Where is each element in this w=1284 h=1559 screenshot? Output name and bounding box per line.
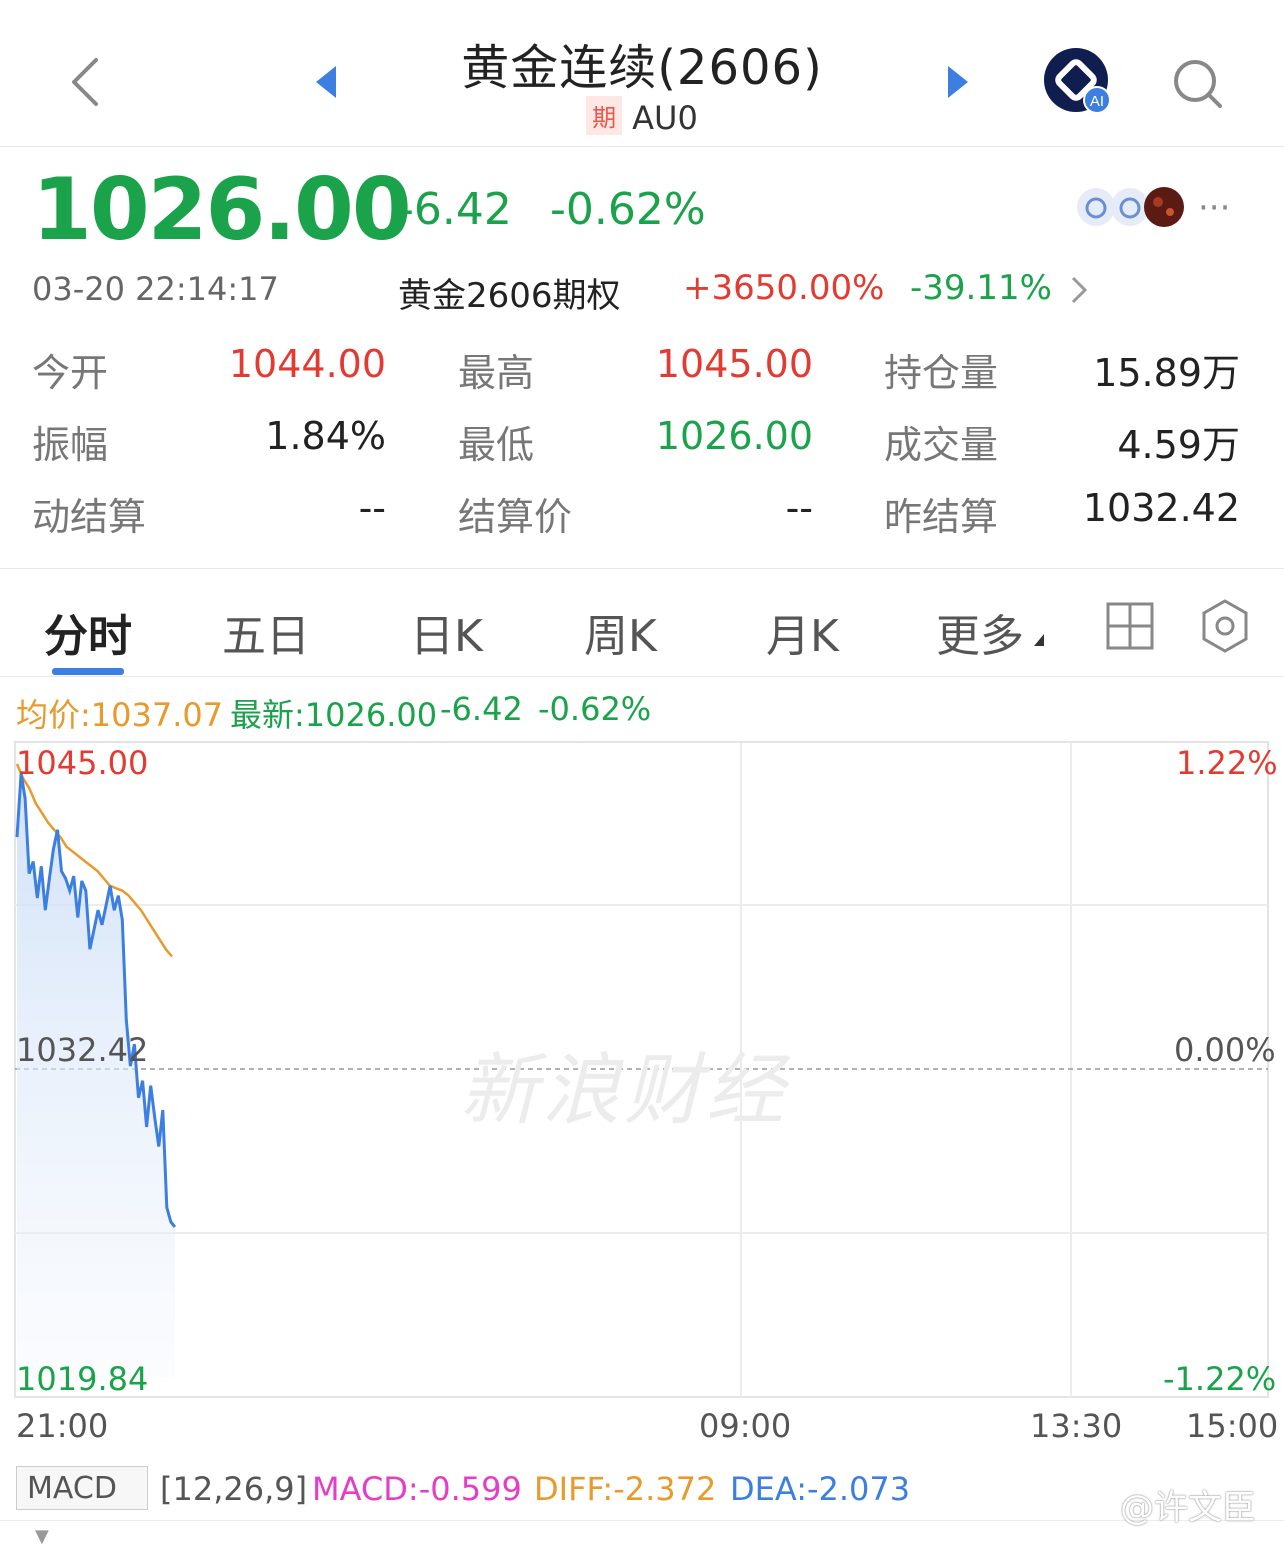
x-axis-label: 13:30 (1030, 1407, 1123, 1445)
grid-layout-icon[interactable] (1104, 600, 1156, 652)
next-contract-icon[interactable] (944, 64, 972, 100)
macd-params: [12,26,9] (160, 1470, 308, 1508)
stat-value: 1032.42 (1082, 486, 1240, 530)
option-up-pct: +3650.00% (683, 268, 885, 308)
latest-price-legend: 最新:1026.00 (230, 696, 438, 734)
tab-five-day[interactable]: 五日 (222, 600, 310, 664)
x-axis-label: 15:00 (1186, 1407, 1279, 1445)
latest-change-legend: -6.42 (440, 690, 523, 728)
diff-value: DIFF:-2.372 (534, 1470, 717, 1508)
stat-value: -- (358, 486, 386, 530)
x-axis-label: 09:00 (699, 1407, 792, 1445)
ai-assistant-icon[interactable]: AI (1042, 46, 1116, 118)
x-axis-label: 21:00 (16, 1407, 109, 1445)
search-icon[interactable] (1170, 56, 1226, 112)
stat-value: 15.89万 (1093, 351, 1240, 395)
divider (0, 676, 1284, 677)
y-axis-bottom-price: 1019.84 (16, 1360, 149, 1398)
latest-change-pct-legend: -0.62% (538, 690, 652, 728)
stat-label: 今开 (32, 351, 109, 395)
indicator-selector[interactable]: MACD ▼ (16, 1466, 148, 1547)
stat-label: 最低 (458, 423, 535, 467)
stat-value: 1044.00 (228, 342, 386, 386)
y-axis-mid-pct: 0.00% (1174, 1031, 1276, 1069)
weibo-watermark: @许文臣 (1120, 1488, 1256, 1528)
tab-monthly-k[interactable]: 月K (766, 600, 839, 664)
macd-value: MACD:-0.599 (312, 1470, 522, 1508)
top-bar: 黄金连续(2606) 期 AU0 AI (0, 0, 1284, 147)
last-price: 1026.00 (32, 160, 412, 260)
stat-value: -- (785, 486, 813, 530)
option-name[interactable]: 黄金2606期权 (398, 268, 621, 317)
stat-value: 1026.00 (655, 414, 813, 458)
tab-intraday[interactable]: 分时 (44, 600, 132, 664)
y-axis-bottom-pct: -1.22% (1163, 1360, 1277, 1398)
stat-value: 1045.00 (655, 342, 813, 386)
stat-value: 1.84% (265, 414, 386, 458)
price-change-pct: -0.62% (550, 184, 706, 235)
contract-code: AU0 (632, 99, 698, 137)
stat-label: 振幅 (32, 423, 109, 467)
price-area (17, 773, 175, 1377)
more-dropdown-icon (1034, 634, 1044, 646)
price-change: -6.42 (398, 184, 512, 235)
indicator-selector-label: MACD (27, 1471, 117, 1506)
y-axis-top-price: 1045.00 (16, 744, 149, 782)
more-icon[interactable]: ··· (1198, 188, 1230, 228)
quote-time: 03-20 22:14:17 (32, 270, 279, 308)
svg-text:AI: AI (1090, 93, 1104, 110)
option-down-pct: -39.11% (910, 268, 1052, 308)
y-axis-mid-price: 1032.42 (16, 1031, 149, 1069)
active-tab-indicator (52, 668, 124, 675)
y-axis-top-pct: 1.22% (1176, 744, 1278, 782)
watermark: 新浪财经 (460, 1046, 789, 1136)
social-avatars[interactable] (1076, 186, 1188, 228)
futures-badge: 期 (586, 96, 623, 135)
avg-price-legend: 均价:1037.07 (16, 696, 224, 734)
tab-more[interactable]: 更多 (936, 600, 1024, 664)
settings-icon[interactable] (1198, 598, 1252, 654)
macd-panel-top (0, 1520, 1284, 1536)
stat-value: 4.59万 (1117, 423, 1240, 467)
tab-weekly-k[interactable]: 周K (584, 600, 657, 664)
divider (0, 568, 1284, 569)
tab-daily-k[interactable]: 日K (410, 600, 483, 664)
chevron-right-icon[interactable] (1068, 274, 1090, 306)
dea-value: DEA:-2.073 (730, 1470, 911, 1508)
stat-label: 最高 (458, 351, 535, 395)
